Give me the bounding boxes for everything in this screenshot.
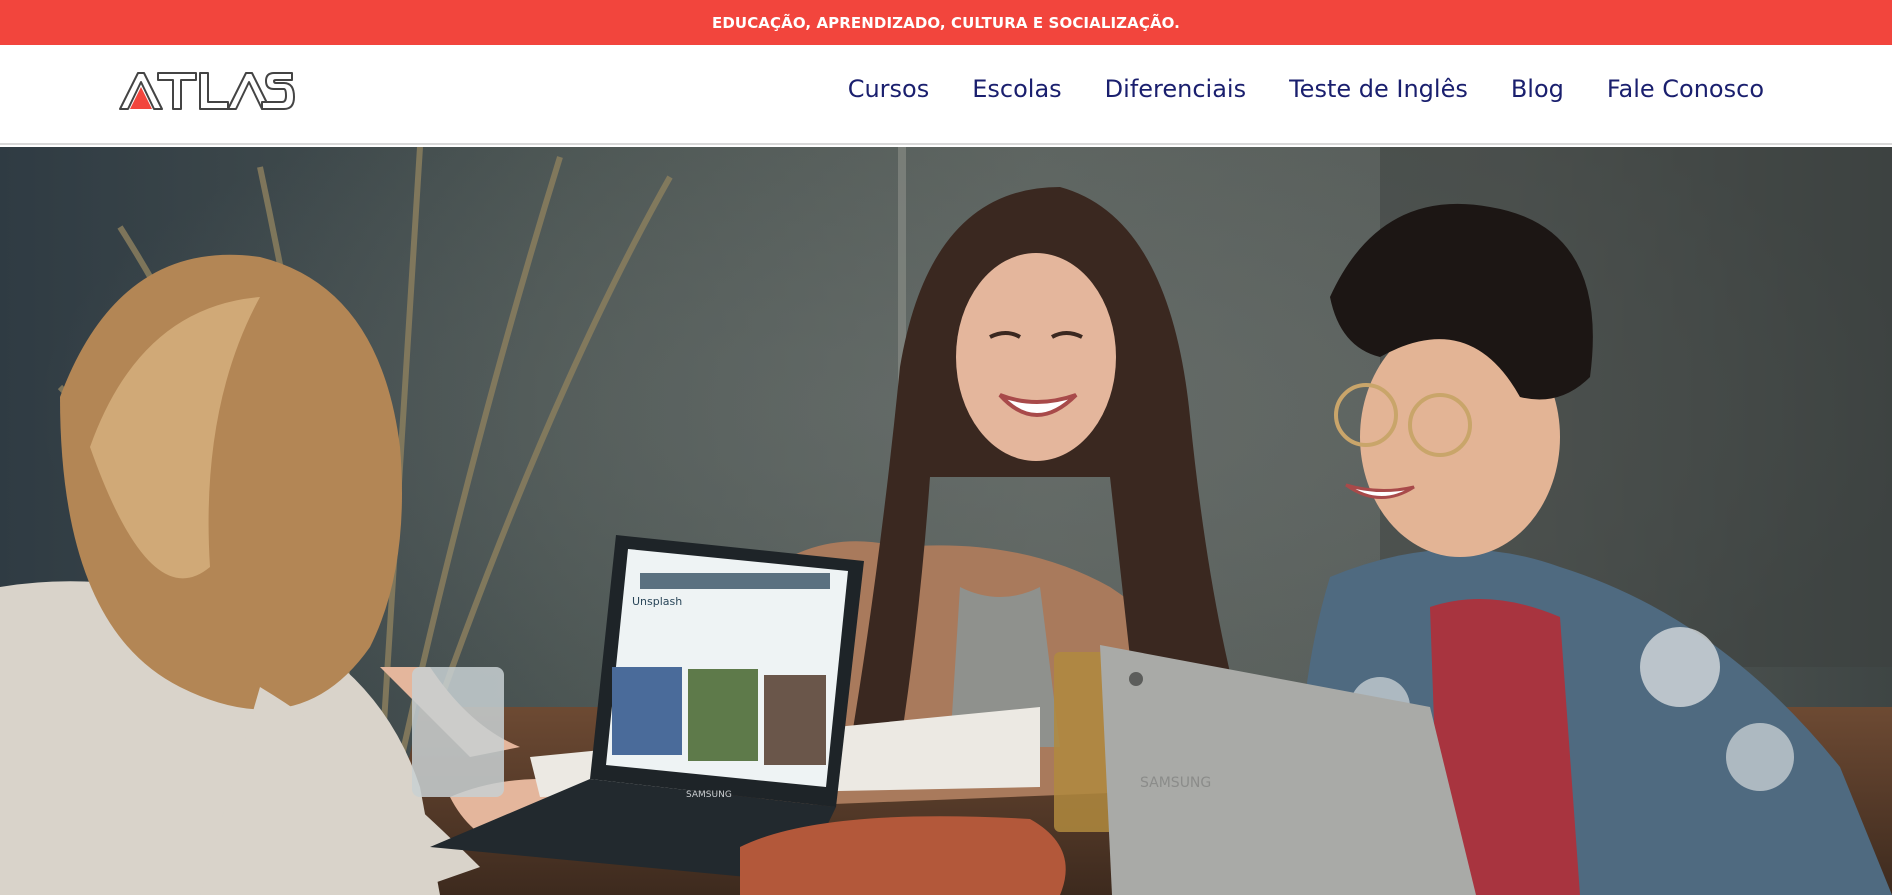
atlas-logo[interactable]	[116, 69, 296, 113]
hero-photo: Unsplash SAMSUNG SAMSUNG	[0, 147, 1892, 895]
laptop-right-brand: SAMSUNG	[1140, 775, 1211, 791]
nav-link-blog[interactable]: Blog	[1511, 75, 1564, 103]
nav-link-teste-de-ingles[interactable]: Teste de Inglês	[1289, 75, 1468, 103]
nav-link-escolas[interactable]: Escolas	[972, 75, 1061, 103]
main-nav: Cursos Escolas Diferenciais Teste de Ing…	[848, 75, 1764, 103]
hero-illustration: Unsplash SAMSUNG SAMSUNG	[0, 147, 1892, 895]
announcement-text: EDUCAÇÃO, APRENDIZADO, CULTURA E SOCIALI…	[712, 13, 1180, 32]
announcement-bar: EDUCAÇÃO, APRENDIZADO, CULTURA E SOCIALI…	[0, 0, 1892, 45]
site-header: Cursos Escolas Diferenciais Teste de Ing…	[0, 45, 1892, 145]
water-glass	[412, 667, 504, 797]
nav-link-cursos[interactable]: Cursos	[848, 75, 930, 103]
laptop-left-brand: SAMSUNG	[686, 790, 732, 800]
laptop-screen-title: Unsplash	[632, 595, 682, 608]
nav-link-diferenciais[interactable]: Diferenciais	[1105, 75, 1246, 103]
nav-link-fale-conosco[interactable]: Fale Conosco	[1607, 75, 1764, 103]
